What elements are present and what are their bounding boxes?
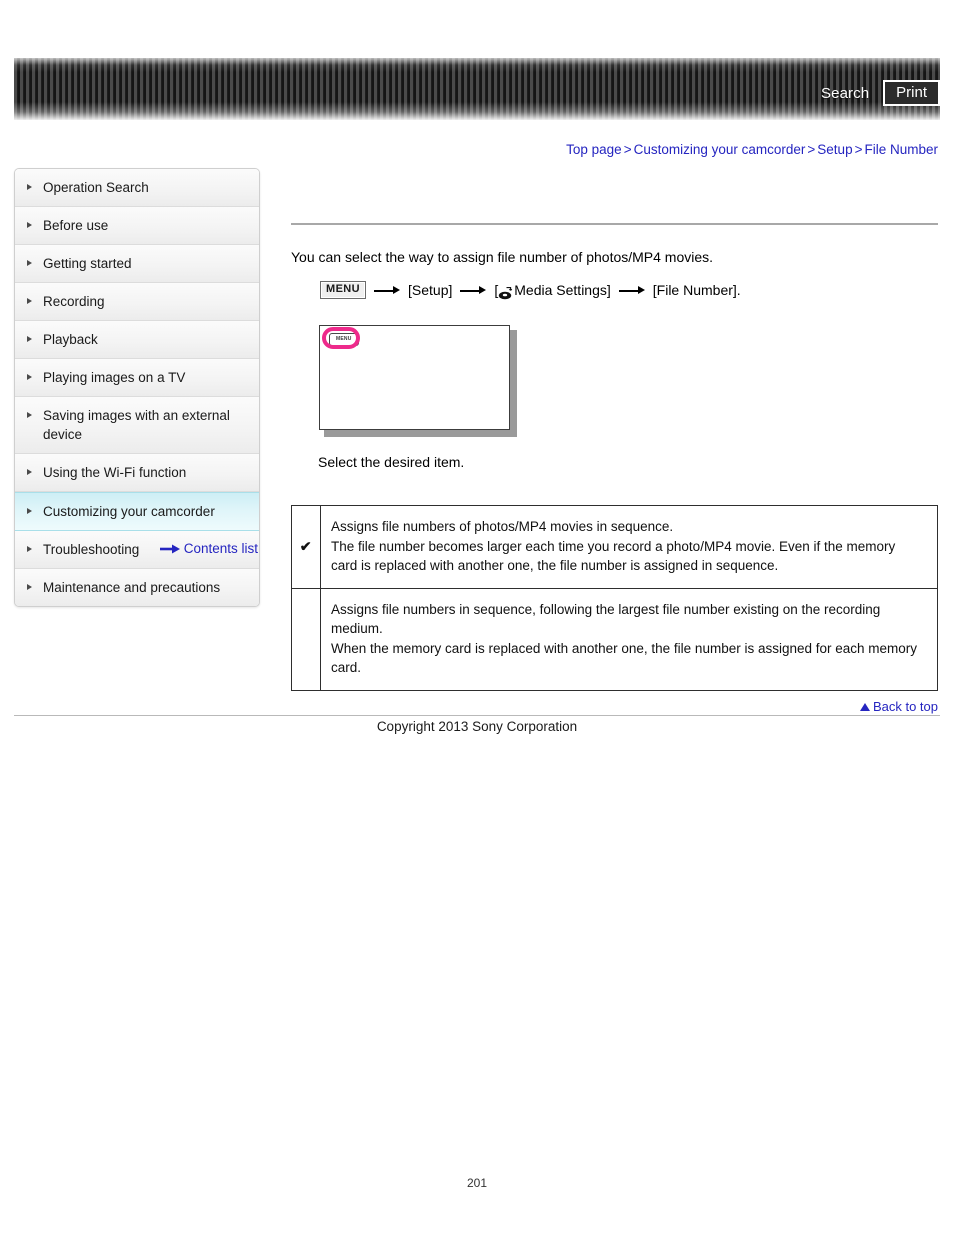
screen-frame: MENU — [319, 325, 510, 430]
media-settings-icon — [498, 284, 513, 299]
option-selected-mark: ✔ — [291, 505, 321, 589]
menu-button-chip[interactable]: MENU — [320, 281, 366, 299]
sidebar-item-label: Playback — [43, 332, 98, 347]
select-item-caption: Select the desired item. — [318, 454, 465, 470]
sidebar-item-label: Playing images on a TV — [43, 370, 186, 385]
sidebar-item-before-use[interactable]: Before use — [15, 207, 259, 245]
sidebar-item-playing-images-on-a-tv[interactable]: Playing images on a TV — [15, 359, 259, 397]
option-line-2: The file number becomes larger each time… — [331, 538, 896, 574]
triangle-right-icon — [27, 508, 37, 514]
breadcrumb-separator: > — [854, 142, 863, 157]
sidebar-item-label: Operation Search — [43, 180, 149, 195]
contents-list-link[interactable]: Contents list — [14, 541, 258, 557]
header-actions: Search Print — [821, 80, 940, 106]
table-row[interactable]: ✔ Assigns file numbers of photos/MP4 mov… — [291, 505, 938, 589]
sidebar-item-label: Using the Wi-Fi function — [43, 465, 187, 480]
sidebar-item-label: Saving images with an external device — [43, 408, 230, 442]
breadcrumb-item-customizing[interactable]: Customizing your camcorder — [634, 142, 806, 157]
menu-step-setup: [Setup] — [408, 282, 453, 298]
sidebar-item-recording[interactable]: Recording — [15, 283, 259, 321]
sidebar-item-saving-images-external-device[interactable]: Saving images with an external device — [15, 397, 259, 454]
menu-step-media-settings: Media Settings] — [514, 282, 611, 298]
triangle-right-icon — [27, 584, 37, 590]
triangle-right-icon — [27, 412, 37, 418]
file-number-options-table: ✔ Assigns file numbers of photos/MP4 mov… — [291, 505, 938, 691]
breadcrumb-item-setup[interactable]: Setup — [817, 142, 852, 157]
breadcrumb-separator: > — [807, 142, 816, 157]
arrow-right-icon — [460, 284, 487, 296]
sidebar-item-getting-started[interactable]: Getting started — [15, 245, 259, 283]
page-number: 201 — [466, 1176, 488, 1190]
header-banner — [14, 58, 940, 120]
sidebar-item-using-the-wifi-function[interactable]: Using the Wi-Fi function — [15, 454, 259, 492]
option-selected-mark — [291, 587, 321, 691]
triangle-right-icon — [27, 336, 37, 342]
sidebar-item-label: Maintenance and precautions — [43, 580, 221, 595]
triangle-right-icon — [27, 260, 37, 266]
triangle-right-icon — [27, 469, 37, 475]
arrow-right-icon — [618, 284, 645, 296]
search-button[interactable]: Search — [821, 85, 869, 102]
back-to-top-label: Back to top — [872, 699, 938, 714]
sidebar-item-label: Getting started — [43, 256, 132, 271]
option-line-2: When the memory card is replaced with an… — [331, 640, 918, 676]
footer-divider — [14, 715, 940, 716]
check-icon: ✔ — [300, 539, 312, 554]
option-line-1: Assigns file numbers in sequence, follow… — [331, 601, 881, 637]
option-description: Assigns file numbers of photos/MP4 movie… — [320, 505, 938, 589]
triangle-right-icon — [27, 374, 37, 380]
sidebar-item-customizing-your-camcorder[interactable]: Customizing your camcorder — [15, 492, 259, 531]
sidebar-item-label: Before use — [43, 218, 109, 233]
pink-highlight-ring — [322, 327, 360, 349]
print-button[interactable]: Print — [883, 80, 940, 106]
content-divider — [291, 223, 938, 225]
triangle-up-icon — [859, 703, 870, 711]
camcorder-screen-mock: MENU — [319, 325, 517, 437]
breadcrumb-item-top-page[interactable]: Top page — [566, 142, 622, 157]
copyright-text: Copyright 2013 Sony Corporation — [376, 719, 578, 734]
option-line-1: Assigns file numbers of photos/MP4 movie… — [331, 519, 674, 534]
menu-step-file-number: [File Number]. — [652, 282, 741, 298]
triangle-right-icon — [27, 184, 37, 190]
breadcrumb-separator: > — [623, 142, 632, 157]
sidebar-item-maintenance-and-precautions[interactable]: Maintenance and precautions — [15, 569, 259, 606]
table-row[interactable]: Assigns file numbers in sequence, follow… — [291, 587, 938, 691]
arrow-right-icon — [374, 284, 400, 296]
triangle-right-icon — [27, 222, 37, 228]
sidebar-item-label: Customizing your camcorder — [43, 504, 215, 519]
sidebar-item-playback[interactable]: Playback — [15, 321, 259, 359]
sidebar-item-operation-search[interactable]: Operation Search — [15, 169, 259, 207]
main-content: You can select the way to assign file nu… — [291, 168, 938, 691]
triangle-right-icon — [27, 298, 37, 304]
contents-list-label: Contents list — [183, 541, 258, 556]
option-description: Assigns file numbers in sequence, follow… — [320, 587, 938, 691]
breadcrumb-item-file-number[interactable]: File Number — [864, 142, 938, 157]
intro-paragraph: You can select the way to assign file nu… — [291, 249, 714, 265]
right-arrow-icon — [159, 542, 180, 557]
menu-path-instruction: MENU [Setup] [ Media Settings] [File Num… — [320, 279, 938, 301]
sidebar-item-label: Recording — [43, 294, 105, 309]
breadcrumb: Top page > Customizing your camcorder > Setu… — [566, 142, 938, 157]
back-to-top-link[interactable]: Back to top — [859, 699, 938, 714]
